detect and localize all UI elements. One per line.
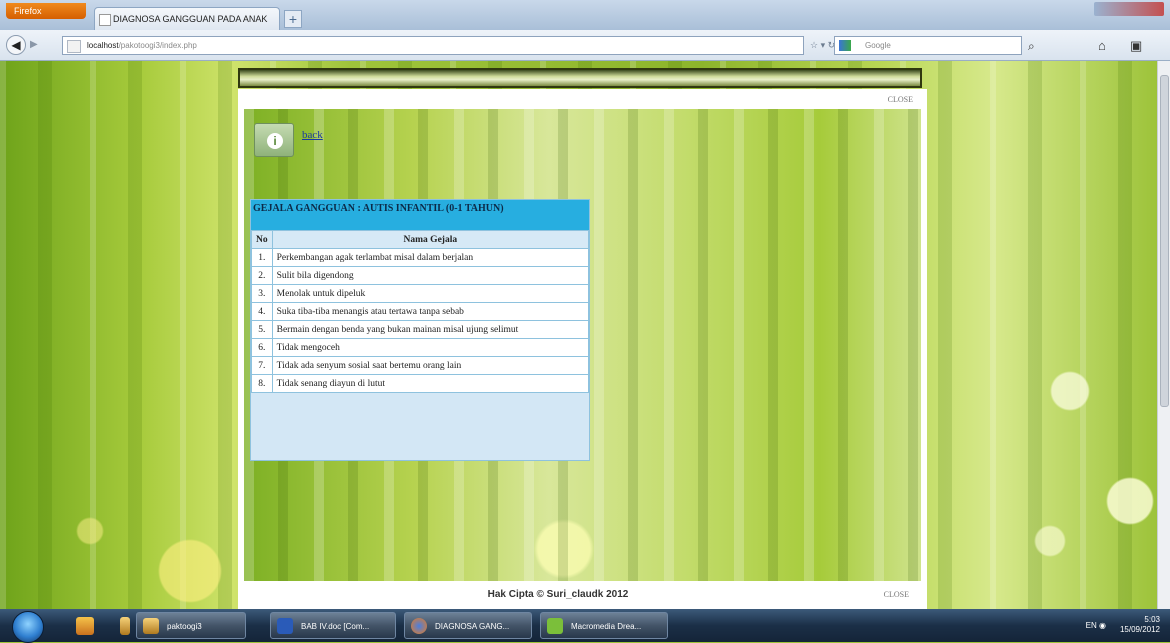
quicklaunch-icon[interactable] (76, 617, 94, 635)
back-arrow-icon[interactable]: ◀ (6, 35, 26, 55)
forward-arrow-icon[interactable]: ▶ (30, 39, 38, 50)
copyright-text: Hak Cipta © Suri_claudk 2012 (487, 589, 629, 600)
taskbar-item-folder[interactable]: paktoogi3 (136, 612, 246, 639)
row-gejala: Menolak untuk dipeluk (271, 284, 590, 303)
taskbar-item-label: Macromedia Drea... (571, 622, 642, 631)
folder-icon (143, 618, 159, 634)
row-gejala: Bermain dengan benda yang bukan mainan m… (271, 320, 590, 339)
search-placeholder: Google (865, 41, 891, 50)
row-gejala: Tidak mengoceh (271, 338, 590, 357)
page-favicon-icon (99, 14, 111, 26)
clock-time: 5:03 (1144, 615, 1160, 624)
scrollbar-thumb[interactable] (1160, 75, 1169, 407)
table-row: 3. Menolak untuk dipeluk (251, 284, 590, 303)
back-link[interactable]: back (302, 129, 323, 141)
address-bar[interactable]: localhost/pakotoogi3/index.php (62, 36, 804, 55)
table-row: 8. Tidak senang diayun di lutut (251, 374, 590, 393)
row-gejala: Perkembangan agak terlambat misal dalam … (271, 248, 590, 267)
row-gejala: Suka tiba-tiba menangis atau tertawa tan… (271, 302, 590, 321)
row-gejala: Tidak senang diayun di lutut (271, 374, 590, 393)
taskbar-item-label: paktoogi3 (167, 622, 202, 631)
row-number: 3. (251, 284, 273, 303)
column-header-nama-gejala: Nama Gejala (271, 230, 590, 249)
page-footer: Hak Cipta © Suri_claudk 2012 CLOSE (238, 583, 927, 609)
clock[interactable]: 5:03 15/09/2012 (1120, 615, 1160, 635)
row-number: 4. (251, 302, 273, 321)
back-button[interactable]: i (254, 123, 294, 157)
search-icon[interactable]: ⌕ (1028, 39, 1035, 54)
word-icon (277, 618, 293, 634)
firefox-icon (411, 618, 427, 634)
column-header-no: No (251, 230, 273, 249)
close-link-top[interactable]: CLOSE (888, 95, 913, 104)
taskbar-item-firefox[interactable]: DIAGNOSA GANG... (404, 612, 532, 639)
window-controls[interactable] (1094, 2, 1164, 16)
close-link-bottom[interactable]: CLOSE (884, 590, 909, 599)
page-viewport: CLOSE i back GEJALA GANGGUAN : AUTIS INF… (0, 61, 1170, 609)
firefox-menu-button[interactable]: Firefox (6, 3, 86, 19)
tab-title: DIAGNOSA GANGGUAN PADA ANAK (113, 14, 268, 24)
bookmark-star-icon[interactable]: ☆ ▾ ↻ (810, 40, 835, 51)
page-scrollbar[interactable] (1157, 61, 1170, 609)
new-tab-button[interactable]: + (284, 10, 302, 28)
row-gejala: Tidak ada senyum sosial saat bertemu ora… (271, 356, 590, 375)
content-area: i back GEJALA GANGGUAN : AUTIS INFANTIL … (244, 109, 921, 581)
content-container: CLOSE i back GEJALA GANGGUAN : AUTIS INF… (238, 89, 927, 609)
row-gejala: Sulit bila digendong (271, 266, 590, 285)
search-engine-icon[interactable] (839, 40, 851, 51)
clock-date: 15/09/2012 (1119, 625, 1160, 634)
table-row: 4. Suka tiba-tiba menangis atau tertawa … (251, 302, 590, 321)
dreamweaver-icon (547, 618, 563, 634)
table-row: 6. Tidak mengoceh (251, 338, 590, 357)
info-icon: i (267, 133, 283, 149)
windows-taskbar: paktoogi3 BAB IV.doc [Com... DIAGNOSA GA… (0, 609, 1170, 643)
folder-icon[interactable] (120, 617, 130, 635)
table-row: 2. Sulit bila digendong (251, 266, 590, 285)
url-path: /pakotoogi3/index.php (118, 41, 197, 50)
table-row: 7. Tidak ada senyum sosial saat bertemu … (251, 356, 590, 375)
gejala-table: No Nama Gejala 1. Perkembangan agak terl… (251, 230, 590, 393)
row-number: 5. (251, 320, 273, 339)
addon-icon[interactable]: ▣ (1130, 38, 1142, 54)
url-host: localhost (87, 41, 119, 50)
site-identity-icon[interactable] (67, 40, 81, 53)
table-row: 5. Bermain dengan benda yang bukan maina… (251, 320, 590, 339)
gejala-panel: GEJALA GANGGUAN : AUTIS INFANTIL (0-1 TA… (250, 199, 590, 461)
taskbar-item-word[interactable]: BAB IV.doc [Com... (270, 612, 396, 639)
table-row: 1. Perkembangan agak terlambat misal dal… (251, 248, 590, 267)
start-button[interactable] (12, 611, 44, 643)
row-number: 6. (251, 338, 273, 357)
taskbar-item-label: BAB IV.doc [Com... (301, 622, 370, 631)
home-icon[interactable]: ⌂ (1098, 38, 1106, 53)
search-input[interactable]: Google (834, 36, 1022, 55)
panel-title: GEJALA GANGGUAN : AUTIS INFANTIL (0-1 TA… (251, 200, 589, 230)
row-number: 7. (251, 356, 273, 375)
taskbar-item-label: DIAGNOSA GANG... (435, 622, 510, 631)
tab-diagnosa[interactable]: DIAGNOSA GANGGUAN PADA ANAK (94, 7, 280, 30)
table-header-row: No Nama Gejala (251, 230, 590, 249)
browser-titlebar: Firefox DIAGNOSA GANGGUAN PADA ANAK + (0, 0, 1170, 30)
language-indicator[interactable]: EN (1086, 621, 1097, 630)
row-number: 1. (251, 248, 273, 267)
taskbar-item-dreamweaver[interactable]: Macromedia Drea... (540, 612, 668, 639)
navigation-toolbar: ◀ ▶ localhost/pakotoogi3/index.php ☆ ▾ ↻… (0, 30, 1170, 61)
header-banner (238, 68, 922, 88)
system-tray[interactable]: EN ◉ (1086, 621, 1106, 630)
row-number: 8. (251, 374, 273, 393)
row-number: 2. (251, 266, 273, 285)
